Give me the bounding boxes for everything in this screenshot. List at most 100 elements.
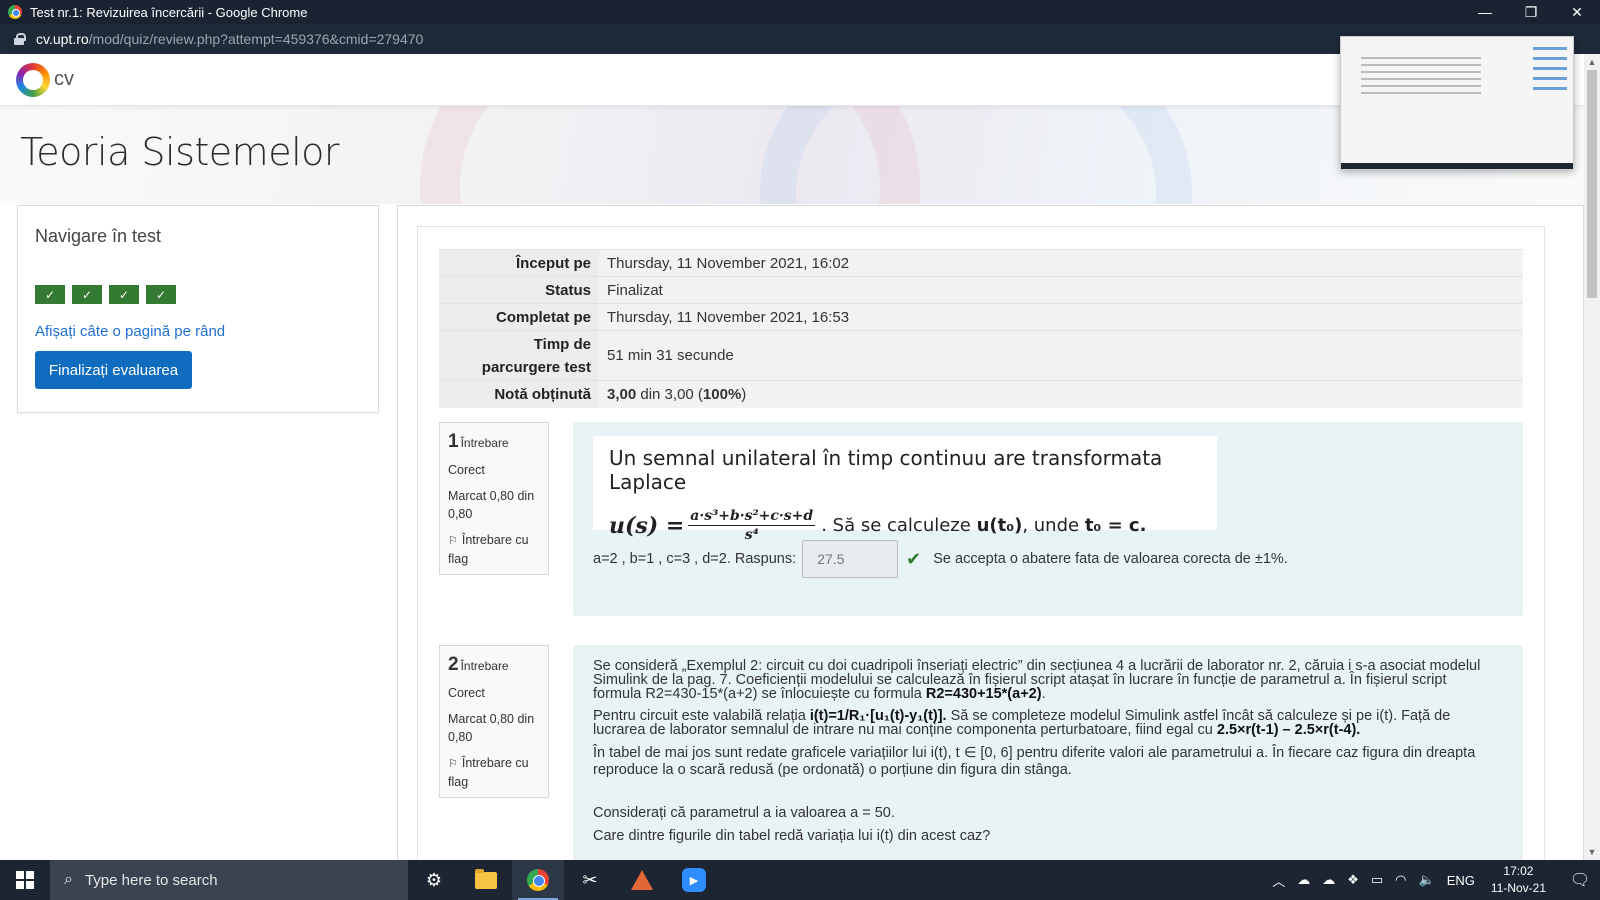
flag-icon: ⚐	[448, 758, 458, 770]
question-flag-link[interactable]: ⚐ Întrebare cu flag	[448, 531, 540, 568]
check-icon: ✓	[72, 285, 102, 304]
question-nav-button-3[interactable]: ✓	[109, 264, 139, 304]
completed-value: Thursday, 11 November 2021, 16:53	[599, 303, 1523, 331]
q2-p2-signal: 2.5×r(t-1) – 2.5×r(t-4).	[1216, 722, 1361, 738]
question-nav-button-2[interactable]: ✓	[72, 264, 102, 304]
url-path: /mod/quiz/review.php?attempt=459376&cmid…	[88, 31, 424, 47]
window-title: Test nr.1: Revizuirea încercării - Googl…	[30, 4, 308, 20]
windows-taskbar: ⌕ Type here to search ⚙ ✂ ▶ ︿ ☁ ☁ ❖ ▭ ◠ …	[0, 860, 1600, 900]
question-content-1: Un semnal unilateral în timp continuu ar…	[573, 422, 1523, 616]
site-logo-text[interactable]: cv	[54, 68, 74, 91]
status-value: Finalizat	[599, 276, 1523, 304]
tray-chevron-icon[interactable]: ︿	[1272, 871, 1285, 890]
formula-rest-2: , unde	[1022, 515, 1085, 536]
onedrive-icon[interactable]: ☁	[1297, 872, 1310, 888]
show-one-page-link[interactable]: Afișați câte o pagină pe rând	[35, 323, 225, 340]
question-content-2: Se consideră „Exemplul 2: circuit cu doi…	[573, 645, 1523, 860]
scroll-thumb[interactable]	[1587, 70, 1597, 298]
lock-icon	[14, 33, 26, 45]
summary-row-completed: Completat pe Thursday, 11 November 2021,…	[439, 303, 1523, 331]
wifi-icon[interactable]: ◠	[1395, 872, 1406, 888]
formula-u: u(t₀)	[976, 515, 1023, 536]
battery-icon[interactable]: ▭	[1371, 872, 1383, 888]
status-label: Status	[439, 276, 599, 304]
question-mark: Marcat 0,80 din 0,80	[448, 489, 535, 521]
minimize-button[interactable]: —	[1462, 0, 1508, 24]
formula-fraction: a·s³+b·s²+c·s+d s⁴	[688, 508, 816, 543]
q2-paragraph-2: Pentru circuit este valabilă relația i(t…	[593, 709, 1493, 738]
zoom-icon[interactable]: ▶	[668, 860, 720, 900]
summary-row-started: Început pe Thursday, 11 November 2021, 1…	[439, 249, 1523, 277]
chrome-taskbar-icon[interactable]	[512, 860, 564, 900]
q2-paragraph-3: În tabel de mai jos sunt redate graficel…	[593, 745, 1476, 778]
question-nav-button-4[interactable]: ✓	[146, 264, 176, 304]
started-label: Început pe	[439, 249, 599, 277]
answer-feedback: Se accepta o abatere fata de valoarea co…	[933, 551, 1288, 567]
formula-t: t₀ = c.	[1084, 515, 1147, 536]
q2-paragraph-1: Se consideră „Exemplul 2: circuit cu doi…	[593, 659, 1493, 702]
flag-label: Întrebare cu flag	[448, 756, 529, 789]
scroll-down-icon[interactable]: ▼	[1584, 844, 1600, 860]
restore-button[interactable]: ❐	[1508, 0, 1554, 24]
windows-logo-icon	[16, 871, 34, 889]
quiz-navigation-title: Navigare în test	[35, 226, 162, 246]
correct-check-icon: ✔	[906, 548, 922, 569]
start-button[interactable]	[0, 860, 50, 900]
check-icon: ✓	[109, 285, 139, 304]
question-title: Un semnal unilateral în timp continuu ar…	[609, 446, 1163, 494]
clock-time: 17:02	[1503, 864, 1534, 878]
attempt-summary-table: Început pe Thursday, 11 November 2021, 1…	[439, 249, 1523, 408]
url-host: cv.upt.ro	[36, 31, 89, 47]
screen-share-thumbnail	[1340, 36, 1574, 170]
close-button[interactable]: ✕	[1554, 0, 1600, 24]
flag-icon: ⚐	[448, 535, 458, 547]
grade-label: Notă obținută	[439, 380, 599, 408]
question-text: Se consideră „Exemplul 2: circuit cu doi…	[593, 659, 1493, 853]
taskbar-clock[interactable]: 17:02 11-Nov-21	[1491, 863, 1546, 897]
answer-params: a=2 , b=1 , c=3 , d=2. Raspuns:	[593, 551, 797, 567]
notification-icon[interactable]: 🗨	[1560, 860, 1600, 900]
matlab-icon[interactable]	[616, 860, 668, 900]
formula-rest-1: . Să se calculeze	[821, 515, 977, 536]
search-placeholder: Type here to search	[84, 871, 218, 889]
snipping-tool-icon[interactable]: ✂	[564, 860, 616, 900]
question-info-2: 2 Întrebare Corect Marcat 0,80 din 0,80 ⚐…	[439, 645, 549, 798]
answer-row: a=2 , b=1 , c=3 , d=2. Raspuns: 27.5 ✔ S…	[593, 540, 1288, 578]
question-state: Corect	[448, 686, 485, 700]
page-title: Teoria Sistemelor	[20, 130, 340, 174]
grade-percent: 100%	[702, 385, 742, 403]
clock-date: 11-Nov-21	[1490, 881, 1546, 895]
answer-input[interactable]: 27.5	[802, 540, 899, 578]
question-text-box: Un semnal unilateral în timp continuu ar…	[593, 436, 1217, 543]
started-value: Thursday, 11 November 2021, 16:02	[599, 249, 1523, 277]
dropbox-icon[interactable]: ❖	[1347, 872, 1359, 888]
scroll-up-icon[interactable]: ▲	[1584, 54, 1600, 70]
language-indicator[interactable]: ENG	[1447, 873, 1475, 888]
question-state: Corect	[448, 463, 485, 477]
cloud-icon[interactable]: ☁	[1322, 872, 1335, 888]
file-explorer-icon[interactable]	[460, 860, 512, 900]
page-scrollbar[interactable]: ▲ ▼	[1584, 54, 1600, 860]
time-label-line1: Timp de	[533, 335, 591, 353]
site-logo-icon[interactable]	[16, 62, 50, 97]
q2-paragraph-4: Considerați că parametrul a ia valoarea …	[593, 805, 895, 821]
question-label: Întrebare	[460, 436, 509, 450]
check-icon: ✓	[35, 285, 65, 304]
taskbar-search[interactable]: ⌕ Type here to search	[50, 860, 408, 900]
formula-rest: . Să se calculeze u(t₀), unde t₀ = c.	[821, 515, 1146, 536]
search-icon: ⌕	[64, 871, 73, 888]
formula-lhs: u(s) =	[609, 512, 685, 539]
finish-review-button[interactable]: Finalizați evaluarea	[35, 351, 192, 389]
grade-value: 3,00 din 3,00 (100%)	[599, 380, 1523, 408]
question-nav-button-1[interactable]: ✓	[35, 264, 65, 304]
q2-p1-formula: R2=430+15*(a+2)	[925, 686, 1042, 702]
question-flag-link[interactable]: ⚐ Întrebare cu flag	[448, 754, 540, 791]
time-label-line2: parcurgere test	[481, 358, 591, 376]
grade-score: 3,00	[607, 385, 637, 403]
settings-gear-icon[interactable]: ⚙	[408, 860, 460, 900]
question-mark: Marcat 0,80 din 0,80	[448, 712, 535, 744]
question-nav-buttons: ✓ ✓ ✓ ✓	[35, 264, 176, 304]
system-tray: ︿ ☁ ☁ ❖ ▭ ◠ 🔈 ENG 17:02 11-Nov-21 🗨	[1266, 860, 1600, 900]
grade-end: )	[741, 385, 747, 403]
volume-icon[interactable]: 🔈	[1419, 872, 1435, 888]
